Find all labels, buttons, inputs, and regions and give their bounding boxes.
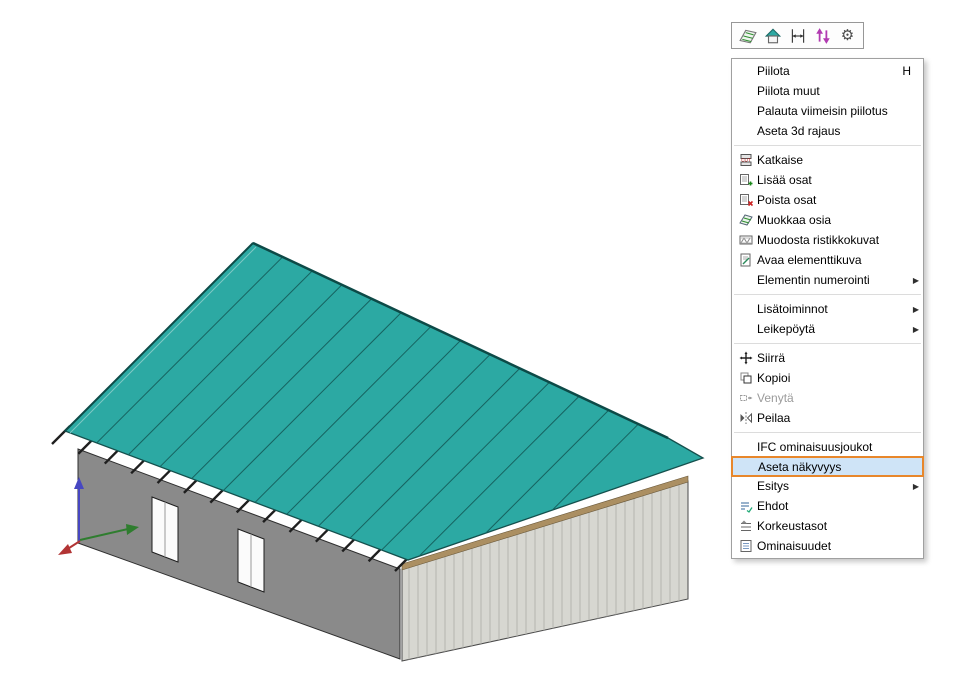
menu-item-label: Muokkaa osia <box>757 213 920 227</box>
menu-item-label: Aseta näkyvyys <box>758 460 919 474</box>
menu-item-remove-parts[interactable]: Poista osat <box>732 190 923 210</box>
menu-item-hide[interactable]: Piilota H <box>732 61 923 81</box>
window-2 <box>238 529 264 592</box>
dimension-icon[interactable] <box>789 27 807 45</box>
submenu-arrow-icon: ▶ <box>913 276 919 285</box>
menu-separator <box>734 294 921 295</box>
menu-item-hide-others[interactable]: Piilota muut <box>732 81 923 101</box>
stretch-icon <box>735 391 757 405</box>
menu-item-label: Ominaisuudet <box>757 539 920 553</box>
menu-item-label: Aseta 3d rajaus <box>757 124 920 138</box>
menu-item-label: Esitys <box>757 479 913 493</box>
menu-item-label: Ehdot <box>757 499 920 513</box>
menu-item-label: Leikepöytä <box>757 322 913 336</box>
application-window: { "model": { "type": "3d-house-model", "… <box>0 0 959 687</box>
menu-item-create-truss-drawings[interactable]: Muodosta ristikkokuvat <box>732 230 923 250</box>
context-menu: Piilota H Piilota muut Palauta viimeisin… <box>731 58 924 559</box>
truss-drawings-icon <box>735 233 757 247</box>
conditions-icon <box>735 499 757 513</box>
menu-item-elevation-levels[interactable]: Korkeustasot <box>732 516 923 536</box>
mirror-icon <box>735 411 757 425</box>
cut-icon: CUT <box>735 153 757 167</box>
submenu-arrow-icon: ▶ <box>913 482 919 491</box>
menu-item-label: Peilaa <box>757 411 920 425</box>
menu-item-add-parts[interactable]: Lisää osat <box>732 170 923 190</box>
x-axis-arrow <box>58 544 72 555</box>
menu-item-label: IFC ominaisuusjoukot <box>757 440 920 454</box>
window-1 <box>152 497 178 562</box>
context-toolbar: ⚙ <box>731 22 864 49</box>
copy-icon <box>735 371 757 385</box>
menu-separator <box>734 432 921 433</box>
menu-item-label: Lisätoiminnot <box>757 302 913 316</box>
elevation-levels-icon <box>735 519 757 533</box>
cast-unit-icon[interactable] <box>764 27 782 45</box>
menu-separator <box>734 145 921 146</box>
menu-item-stretch[interactable]: Venytä <box>732 388 923 408</box>
menu-item-cut[interactable]: CUT Katkaise <box>732 150 923 170</box>
menu-item-move[interactable]: Siirrä <box>732 348 923 368</box>
submenu-arrow-icon: ▶ <box>913 325 919 334</box>
menu-item-restore-last-hide[interactable]: Palauta viimeisin piilotus <box>732 101 923 121</box>
menu-item-ifc-property-sets[interactable]: IFC ominaisuusjoukot <box>732 437 923 457</box>
menu-item-element-numbering[interactable]: Elementin numerointi ▶ <box>732 270 923 290</box>
menu-item-label: Venytä <box>757 391 920 405</box>
menu-item-label: Korkeustasot <box>757 519 920 533</box>
menu-item-open-element-drawing[interactable]: Avaa elementtikuva <box>732 250 923 270</box>
menu-item-shortcut: H <box>902 64 911 78</box>
menu-item-label: Piilota <box>757 64 902 78</box>
menu-item-conditions[interactable]: Ehdot <box>732 496 923 516</box>
menu-item-label: Siirrä <box>757 351 920 365</box>
vertical-arrows-icon[interactable] <box>814 27 832 45</box>
menu-item-properties[interactable]: Ominaisuudet <box>732 536 923 556</box>
svg-text:CUT: CUT <box>741 157 751 162</box>
settings-gear-icon[interactable]: ⚙ <box>839 27 856 45</box>
menu-item-label: Muodosta ristikkokuvat <box>757 233 920 247</box>
menu-item-modify-parts[interactable]: Muokkaa osia <box>732 210 923 230</box>
properties-icon <box>735 539 757 553</box>
menu-item-display[interactable]: Esitys ▶ <box>732 476 923 496</box>
menu-item-additional-tools[interactable]: Lisätoiminnot ▶ <box>732 299 923 319</box>
add-parts-icon <box>735 173 757 187</box>
submenu-arrow-icon: ▶ <box>913 305 919 314</box>
menu-item-label: Palauta viimeisin piilotus <box>757 104 920 118</box>
modify-parts-icon <box>735 213 757 227</box>
menu-item-label: Poista osat <box>757 193 920 207</box>
menu-item-label: Katkaise <box>757 153 920 167</box>
menu-separator <box>734 343 921 344</box>
menu-item-set-visibility[interactable]: Aseta näkyvyys <box>731 456 924 477</box>
menu-item-label: Elementin numerointi <box>757 273 913 287</box>
mesh-panel-icon[interactable] <box>739 27 757 45</box>
move-icon <box>735 351 757 365</box>
menu-item-clipboard[interactable]: Leikepöytä ▶ <box>732 319 923 339</box>
menu-item-label: Avaa elementtikuva <box>757 253 920 267</box>
menu-item-label: Kopioi <box>757 371 920 385</box>
menu-item-copy[interactable]: Kopioi <box>732 368 923 388</box>
menu-item-mirror[interactable]: Peilaa <box>732 408 923 428</box>
element-drawing-icon <box>735 253 757 267</box>
menu-item-label: Lisää osat <box>757 173 920 187</box>
menu-item-set-3d-clip[interactable]: Aseta 3d rajaus <box>732 121 923 141</box>
remove-parts-icon <box>735 193 757 207</box>
menu-item-label: Piilota muut <box>757 84 920 98</box>
